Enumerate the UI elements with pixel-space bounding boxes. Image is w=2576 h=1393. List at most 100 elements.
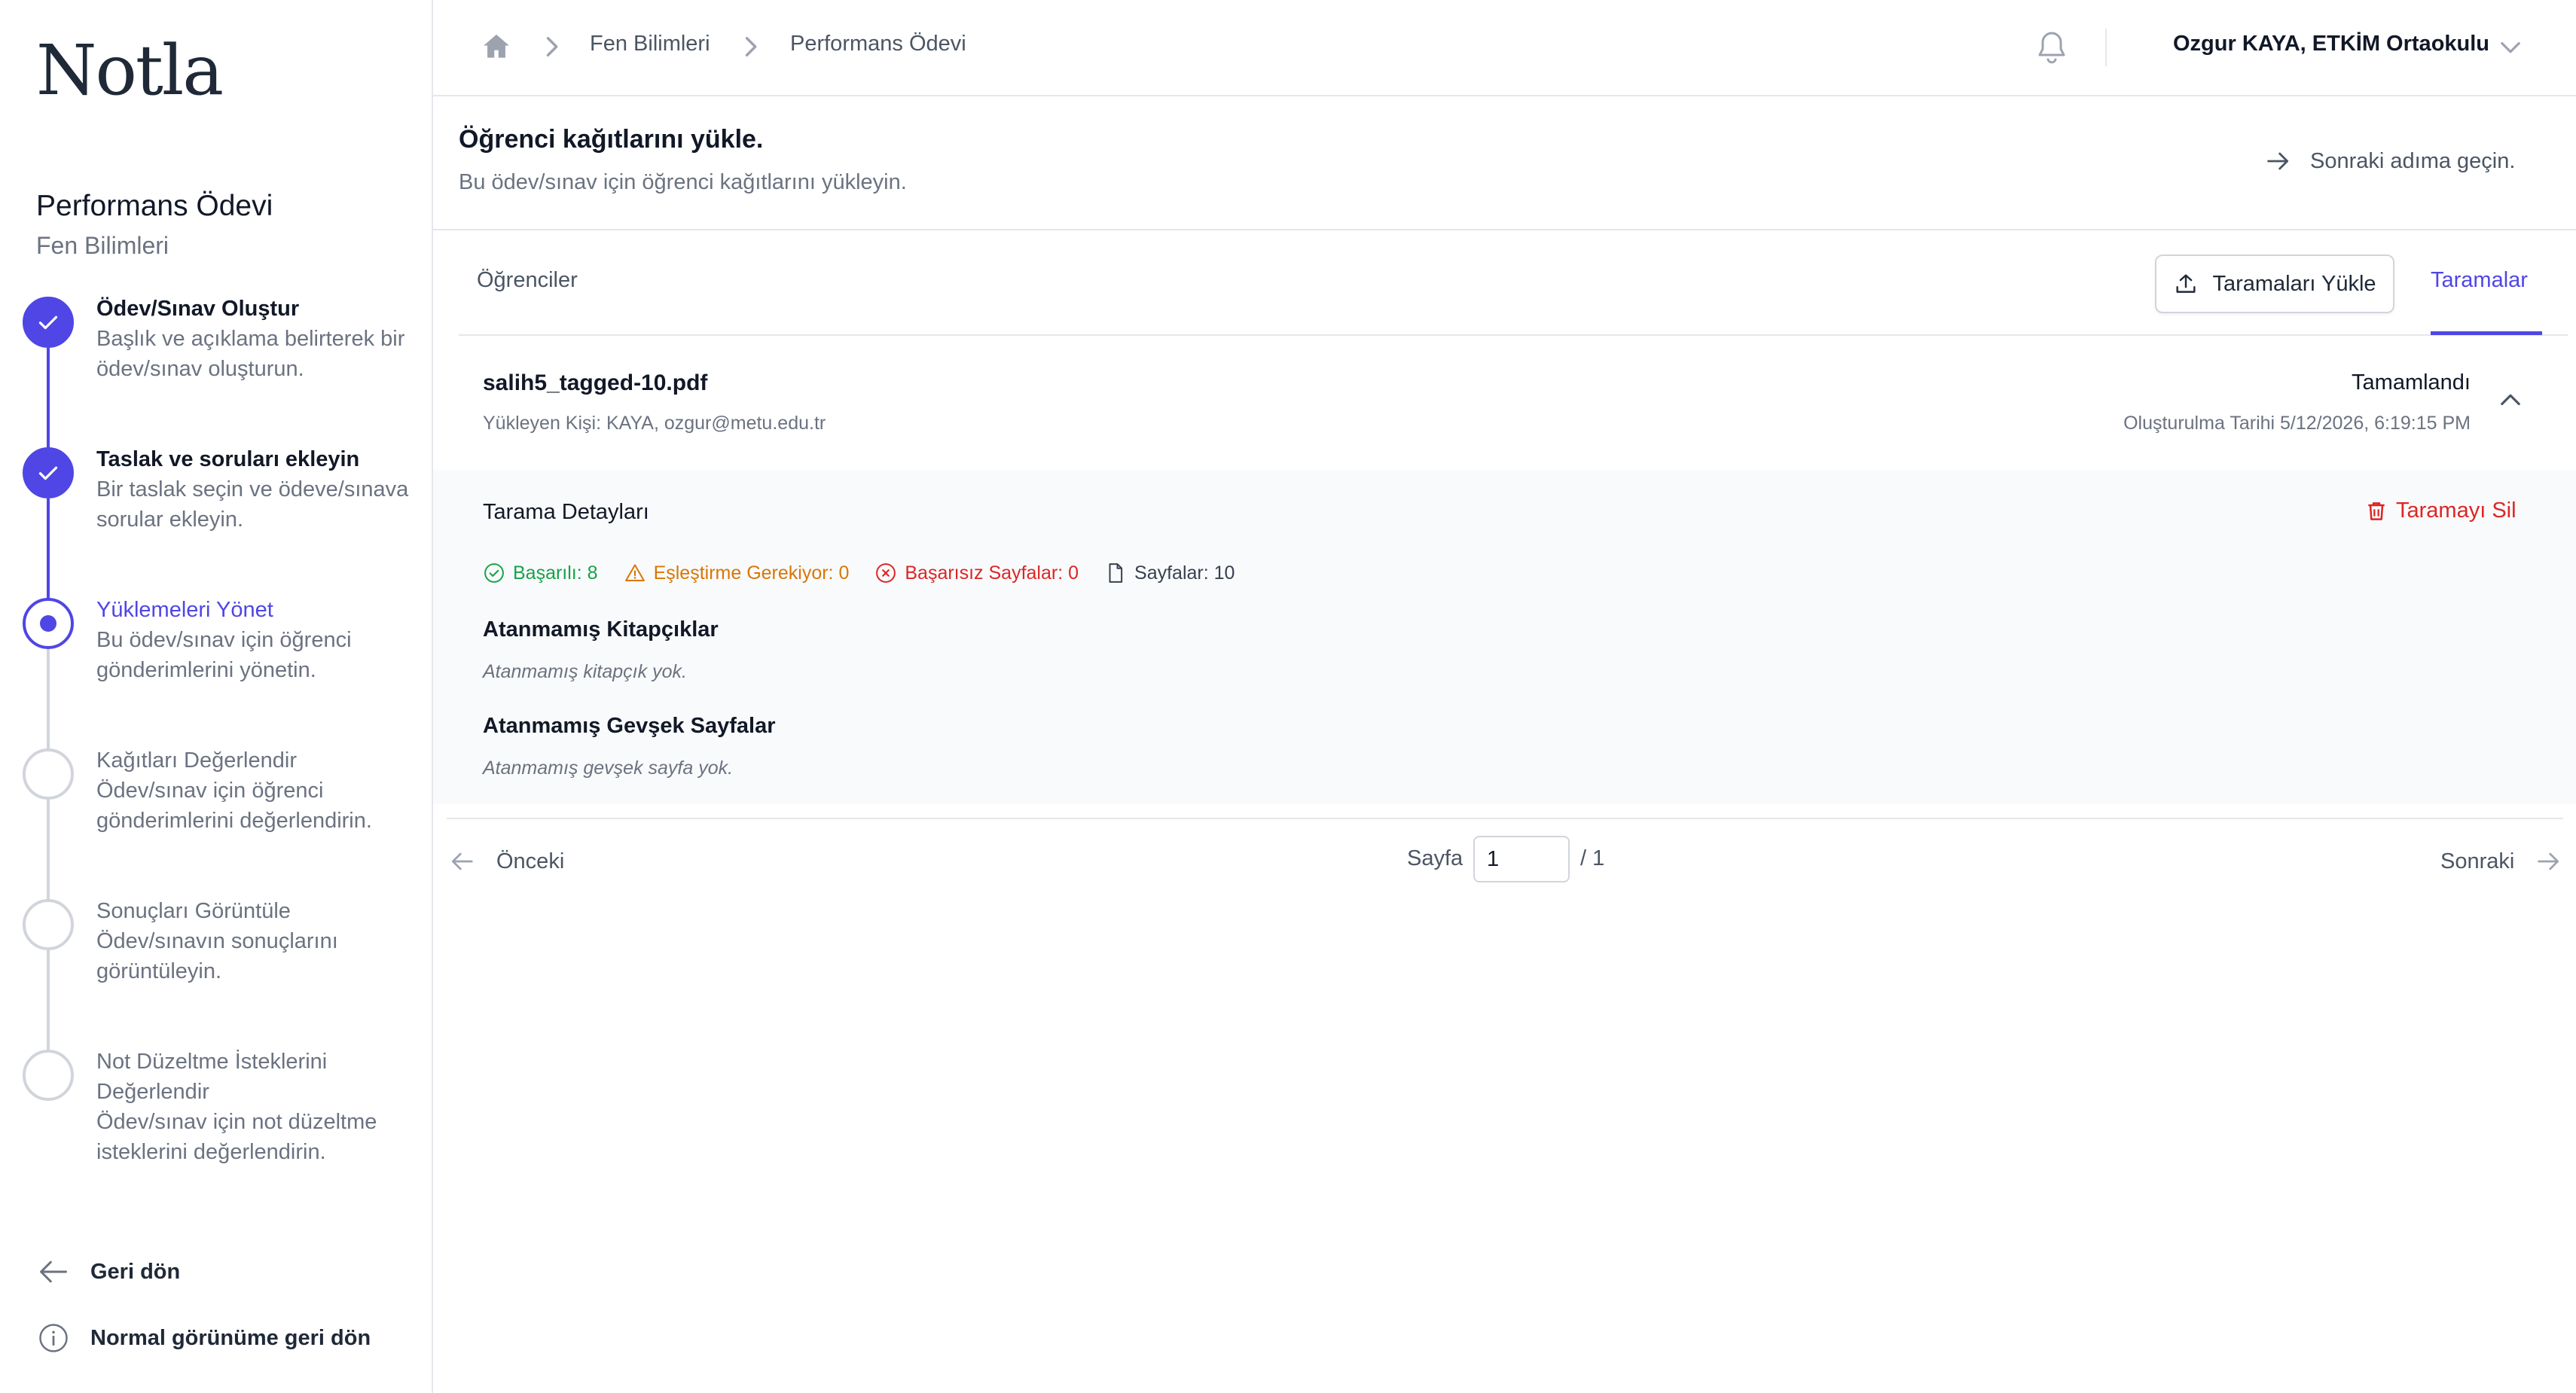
- chevron-down-icon[interactable]: [2497, 33, 2524, 60]
- next-page-button[interactable]: Sonraki: [2440, 846, 2564, 876]
- assignment-title: Performans Ödevi: [36, 190, 273, 222]
- arrow-right-icon: [2263, 146, 2294, 176]
- tab-students[interactable]: Öğrenciler: [477, 268, 578, 293]
- step-connector: [47, 950, 50, 1051]
- step-connector: [47, 649, 50, 750]
- scan-uploader: Yükleyen Kişi: KAYA, ozgur@metu.edu.tr: [483, 413, 826, 434]
- next-step-label: Sonraki adıma geçin.: [2310, 148, 2516, 173]
- step-title: Not Düzeltme İsteklerini Değerlendir: [96, 1050, 328, 1104]
- step-grade-papers[interactable]: Kağıtları Değerlendir Ödev/sınav için öğ…: [0, 745, 433, 901]
- step-manage-uploads[interactable]: Yüklemeleri Yönet Bu ödev/sınav için öğr…: [0, 595, 433, 750]
- stat-success: Başarılı: 8: [483, 562, 598, 584]
- previous-page-button[interactable]: Önceki: [447, 846, 564, 876]
- step-connector: [47, 348, 50, 449]
- scan-details-title: Tarama Detayları: [483, 500, 649, 524]
- delete-scan-button[interactable]: Taramayı Sil: [2364, 498, 2516, 523]
- arrow-left-icon: [36, 1254, 71, 1289]
- unassigned-booklets-title: Atanmamış Kitapçıklar: [483, 617, 719, 642]
- back-link[interactable]: Geri dön: [36, 1254, 180, 1289]
- normal-view-link[interactable]: Normal görünüme geri dön: [36, 1321, 371, 1355]
- tab-bar: Öğrenciler Taramaları Yükle Taramalar: [433, 230, 2576, 336]
- header-divider: [2105, 29, 2107, 66]
- next-step-button[interactable]: Sonraki adıma geçin.: [2263, 146, 2515, 176]
- unassigned-pages-title: Atanmamış Gevşek Sayfalar: [483, 714, 776, 738]
- step-title: Sonuçları Görüntüle: [96, 899, 291, 923]
- delete-scan-label: Taramayı Sil: [2396, 498, 2516, 523]
- unassigned-pages-empty: Atanmamış gevşek sayfa yok.: [483, 757, 734, 779]
- top-header: Fen Bilimleri Performans Ödevi Ozgur KAY…: [433, 0, 2576, 96]
- chevron-right-icon: [540, 33, 563, 60]
- step-description: Ödev/sınav için öğrenci gönderimlerini d…: [96, 779, 372, 833]
- active-tab-indicator: [2431, 331, 2542, 335]
- scan-created-date: Oluşturulma Tarihi 5/12/2026, 6:19:15 PM: [2123, 413, 2471, 434]
- step-title: Ödev/Sınav Oluştur: [96, 297, 300, 321]
- step-title: Kağıtları Değerlendir: [96, 748, 297, 773]
- breadcrumb-assignment[interactable]: Performans Ödevi: [790, 32, 966, 56]
- stat-pages: Sayfalar: 10: [1104, 562, 1235, 584]
- app-logo[interactable]: Notla: [36, 30, 224, 111]
- unassigned-booklets-empty: Atanmamış kitapçık yok.: [483, 661, 687, 682]
- stat-success-text: Başarılı: 8: [513, 562, 598, 584]
- normal-view-label: Normal görünüme geri dön: [90, 1325, 371, 1350]
- arrow-right-icon: [2534, 846, 2564, 876]
- step-create-assignment[interactable]: Ödev/Sınav Oluştur Başlık ve açıklama be…: [0, 294, 433, 449]
- step-connector: [47, 800, 50, 901]
- stat-needs-match: Eşleştirme Gerekiyor: 0: [624, 562, 850, 584]
- upload-icon: [2173, 271, 2199, 297]
- breadcrumb-subject[interactable]: Fen Bilimleri: [590, 32, 710, 56]
- scan-status: Tamamlandı: [2352, 370, 2471, 395]
- stat-failed-text: Başarısız Sayfalar: 0: [905, 562, 1079, 584]
- trash-icon: [2364, 499, 2388, 523]
- page-total: / 1: [1580, 846, 1605, 870]
- previous-page-label: Önceki: [496, 849, 565, 873]
- empty-step-icon: [23, 1050, 74, 1101]
- stat-needs-match-text: Eşleştirme Gerekiyor: 0: [653, 562, 850, 584]
- info-icon: [36, 1321, 71, 1355]
- back-label: Geri dön: [90, 1259, 181, 1284]
- step-title: Yüklemeleri Yönet: [96, 598, 273, 622]
- x-circle-icon: [874, 562, 897, 584]
- pagination-divider: [447, 818, 2563, 819]
- app-root: Notla Performans Ödevi Fen Bilimleri Öde…: [0, 0, 2576, 1393]
- step-description: Ödev/sınav için not düzeltme isteklerini…: [96, 1110, 377, 1164]
- step-regrade-requests[interactable]: Not Düzeltme İsteklerini Değerlendir Öde…: [0, 1047, 433, 1227]
- current-step-icon: [23, 598, 74, 649]
- user-menu[interactable]: Ozgur KAYA, ETKİM Ortaokulu: [2173, 32, 2489, 56]
- step-view-results[interactable]: Sonuçları Görüntüle Ödev/sınavın sonuçla…: [0, 896, 433, 1051]
- page-title: Öğrenci kağıtlarını yükle.: [459, 125, 764, 154]
- arrow-left-icon: [447, 846, 477, 876]
- check-icon: [23, 447, 74, 498]
- scan-file-name: salih5_tagged-10.pdf: [483, 370, 708, 395]
- home-icon[interactable]: [480, 30, 513, 63]
- step-add-template[interactable]: Taslak ve soruları ekleyin Bir taslak se…: [0, 444, 433, 599]
- page-number-input[interactable]: [1473, 836, 1570, 882]
- tab-scans[interactable]: Taramalar: [2431, 268, 2528, 293]
- sidebar: Notla Performans Ödevi Fen Bilimleri Öde…: [0, 0, 433, 1393]
- page-label: Sayfa: [1407, 846, 1463, 870]
- check-circle-icon: [483, 562, 505, 584]
- chevron-up-icon[interactable]: [2497, 387, 2524, 414]
- scan-row[interactable]: salih5_tagged-10.pdf Yükleyen Kişi: KAYA…: [433, 336, 2576, 470]
- step-title: Taslak ve soruları ekleyin: [96, 447, 360, 471]
- step-connector: [47, 498, 50, 599]
- document-icon: [1104, 562, 1127, 584]
- stat-failed: Başarısız Sayfalar: 0: [874, 562, 1079, 584]
- upload-scans-label: Taramaları Yükle: [2212, 271, 2376, 296]
- upload-scans-button[interactable]: Taramaları Yükle: [2155, 255, 2394, 313]
- scan-stats: Başarılı: 8 Eşleştirme Gerekiyor: 0 Başa…: [483, 562, 1260, 584]
- stat-pages-text: Sayfalar: 10: [1134, 562, 1235, 584]
- step-description: Bu ödev/sınav için öğrenci gönderimlerin…: [96, 628, 352, 682]
- scan-details-panel: Tarama Detayları Taramayı Sil Başarılı: …: [433, 470, 2576, 804]
- bell-icon[interactable]: [2034, 29, 2070, 68]
- empty-step-icon: [23, 899, 74, 950]
- step-description: Başlık ve açıklama belirterek bir ödev/s…: [96, 327, 405, 381]
- chevron-right-icon: [739, 33, 762, 60]
- step-description: Ödev/sınavın sonuçlarını görüntüleyin.: [96, 929, 338, 983]
- page-description: Bu ödev/sınav için öğrenci kağıtlarını y…: [459, 170, 907, 194]
- check-icon: [23, 297, 74, 348]
- assignment-subject: Fen Bilimleri: [36, 232, 169, 259]
- step-description: Bir taslak seçin ve ödeve/sınava sorular…: [96, 477, 409, 532]
- warning-icon: [624, 562, 646, 584]
- empty-step-icon: [23, 748, 74, 800]
- next-page-label: Sonraki: [2440, 849, 2515, 873]
